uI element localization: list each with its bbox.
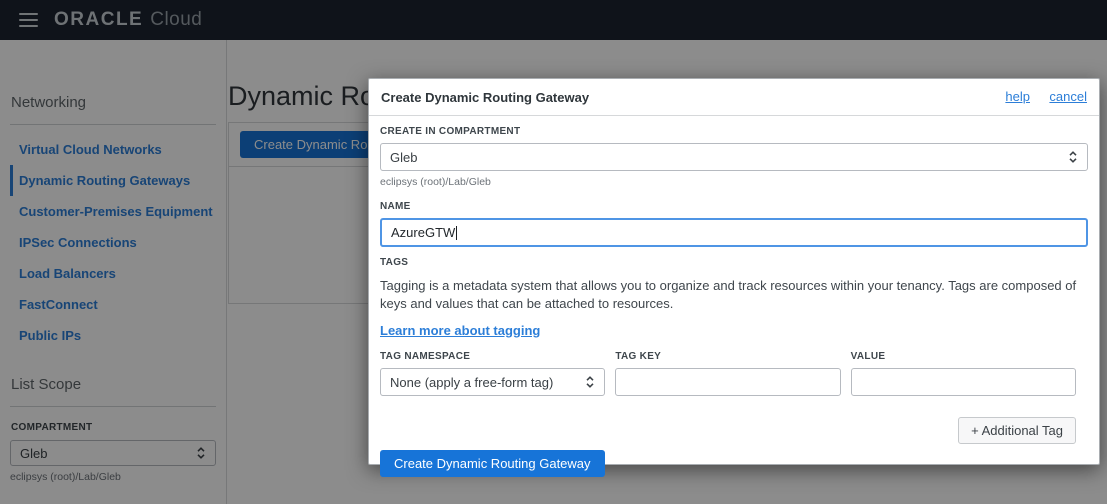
learn-more-tagging-link[interactable]: Learn more about tagging: [380, 323, 540, 338]
name-section: NAME AzureGTW: [380, 202, 1088, 247]
dialog-header-links: help cancel: [990, 88, 1087, 106]
name-input[interactable]: AzureGTW: [380, 218, 1088, 247]
cancel-link[interactable]: cancel: [1049, 89, 1087, 104]
additional-tag-row: + Additional Tag: [380, 417, 1076, 444]
tag-namespace-label: TAG NAMESPACE: [380, 352, 605, 362]
tag-key-input[interactable]: [615, 368, 840, 396]
tag-value-field: VALUE: [851, 352, 1076, 396]
tag-input-row: TAG NAMESPACE None (apply a free-form ta…: [380, 352, 1076, 396]
create-in-compartment-label: CREATE IN COMPARTMENT: [380, 127, 1088, 137]
tag-key-field: TAG KEY: [615, 352, 840, 396]
tag-namespace-value: None (apply a free-form tag): [390, 375, 553, 390]
oracle-cloud-console: ORACLE Cloud Networking Virtual Cloud Ne…: [0, 0, 1107, 504]
dialog-body: CREATE IN COMPARTMENT Gleb eclipsys (roo…: [369, 116, 1099, 477]
tag-value-label: VALUE: [851, 352, 1076, 362]
create-drg-dialog: Create Dynamic Routing Gateway help canc…: [368, 78, 1100, 465]
tags-label: TAGS: [380, 258, 1088, 268]
chevron-up-down-icon: [585, 374, 595, 390]
tag-namespace-field: TAG NAMESPACE None (apply a free-form ta…: [380, 352, 605, 396]
chevron-up-down-icon: [1068, 149, 1078, 165]
dialog-actions: Create Dynamic Routing Gateway: [380, 450, 1088, 477]
help-link[interactable]: help: [1005, 89, 1030, 104]
tags-section: TAGS Tagging is a metadata system that a…: [380, 258, 1088, 444]
dialog-header: Create Dynamic Routing Gateway help canc…: [369, 79, 1099, 116]
tag-namespace-select[interactable]: None (apply a free-form tag): [380, 368, 605, 396]
name-label: NAME: [380, 202, 1088, 212]
tag-key-label: TAG KEY: [615, 352, 840, 362]
additional-tag-button[interactable]: + Additional Tag: [958, 417, 1076, 444]
name-input-value: AzureGTW: [391, 225, 455, 240]
compartment-section: CREATE IN COMPARTMENT Gleb eclipsys (roo…: [380, 127, 1088, 188]
create-in-compartment-select[interactable]: Gleb: [380, 143, 1088, 171]
dialog-title: Create Dynamic Routing Gateway: [381, 90, 589, 105]
create-in-compartment-hint: eclipsys (root)/Lab/Gleb: [380, 176, 1088, 188]
create-drg-submit-button[interactable]: Create Dynamic Routing Gateway: [380, 450, 605, 477]
tag-value-input[interactable]: [851, 368, 1076, 396]
tags-description: Tagging is a metadata system that allows…: [380, 277, 1088, 313]
text-cursor: [456, 226, 457, 240]
create-in-compartment-value: Gleb: [390, 150, 417, 165]
